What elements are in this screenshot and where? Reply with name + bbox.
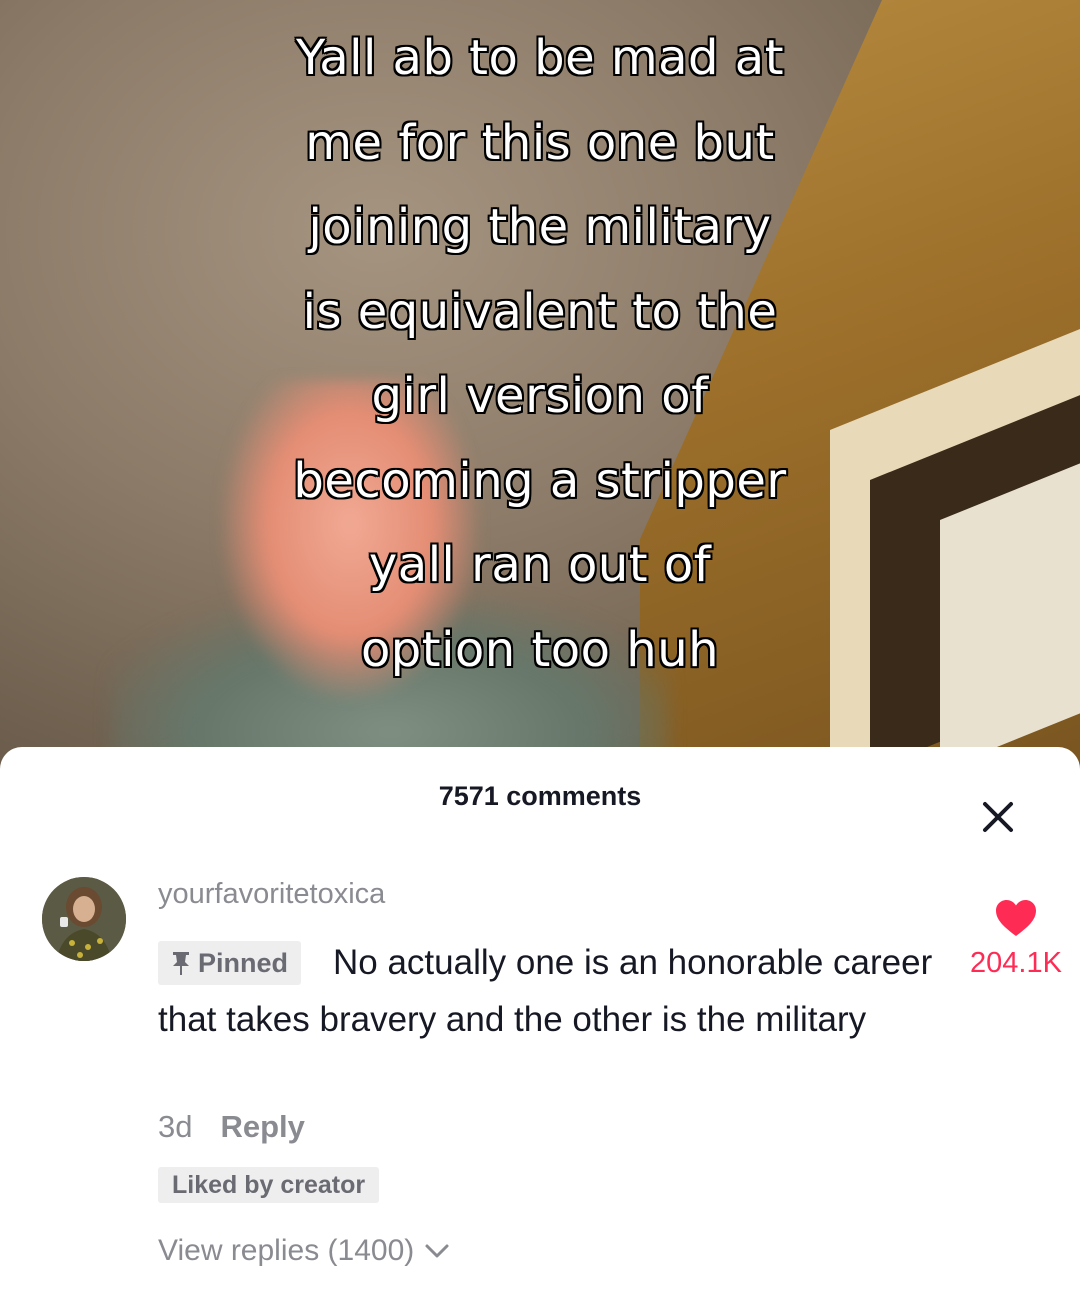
video-caption: Yall ab to be mad at me for this one but… [200,16,880,692]
like-button[interactable]: 204.1K [960,898,1072,980]
comment-meta: 3d Reply [158,1109,305,1145]
pinned-label: Pinned [198,947,289,978]
view-replies-label: View replies (1400) [158,1234,415,1267]
liked-by-creator-badge: Liked by creator [158,1167,380,1203]
video-caption-line: Yall ab to be mad at [295,30,785,86]
video-frame[interactable]: Yall ab to be mad at me for this one but… [0,0,1080,770]
video-caption-line: option too huh [360,621,720,678]
close-icon [983,802,1013,832]
comments-count-title: 7571 comments [438,781,642,811]
pin-icon [173,952,189,975]
pinned-badge: Pinned [158,941,302,985]
reply-button[interactable]: Reply [220,1109,304,1145]
video-caption-line: is equivalent to the [302,283,778,340]
avatar-image [42,877,126,961]
video-caption-line: girl version of [371,368,709,424]
chevron-down-icon [425,1244,449,1258]
comments-sheet: 7571 comments yourfavoritetoxica No actu… [0,747,1080,1296]
video-caption-line: yall ran out of [368,537,712,593]
video-caption-line: joining the military [308,199,772,255]
close-button[interactable] [976,795,1020,839]
avatar[interactable] [42,877,126,961]
video-caption-line: me for this one but [305,114,775,171]
like-count: 204.1K [970,947,1062,979]
video-caption-line: becoming a stripper [293,452,787,509]
heart-icon [996,900,1036,936]
comment-age: 3d [158,1109,193,1144]
comment-username[interactable]: yourfavoritetoxica [158,878,385,911]
view-replies-button[interactable]: View replies (1400) [158,1234,450,1268]
